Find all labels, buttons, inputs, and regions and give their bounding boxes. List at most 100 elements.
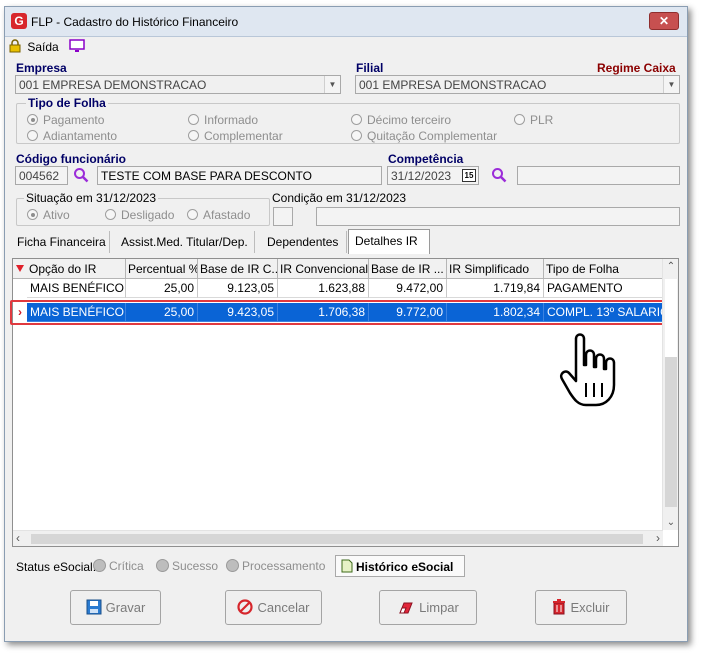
trash-icon xyxy=(552,594,566,627)
lock-icon xyxy=(9,39,21,56)
excluir-button[interactable]: Excluir xyxy=(535,590,627,625)
radio-icon xyxy=(351,114,362,125)
monitor-icon[interactable] xyxy=(69,39,85,56)
radio-icon xyxy=(187,209,198,220)
radio-label: Adiantamento xyxy=(43,129,118,143)
competencia-label: Competência xyxy=(388,152,464,166)
status-critica: Crítica xyxy=(93,559,144,573)
window-title: FLP - Cadastro do Histórico Financeiro xyxy=(31,15,239,29)
situacao-title: Situação em 31/12/2023 xyxy=(24,191,159,205)
document-icon xyxy=(340,559,353,576)
scroll-down-icon[interactable]: ⌄ xyxy=(663,517,679,528)
filial-label: Filial xyxy=(356,61,384,75)
tab-ficha-financeira[interactable]: Ficha Financeira xyxy=(11,231,110,253)
radio-adiantamento[interactable]: Adiantamento xyxy=(27,129,117,143)
radio-label: Complementar xyxy=(204,129,283,143)
competencia-field[interactable]: 31/12/2023 15 xyxy=(387,166,479,185)
hand-pointer-icon xyxy=(558,331,620,414)
table-cell: 9.123,05 xyxy=(198,279,278,298)
scrollbar-thumb[interactable] xyxy=(31,534,643,544)
radio-informado[interactable]: Informado xyxy=(188,113,258,127)
empresa-value: 001 EMPRESA DEMONSTRACAO xyxy=(19,78,207,92)
radio-plr[interactable]: PLR xyxy=(514,113,553,127)
app-logo-icon: G xyxy=(11,13,27,29)
close-button[interactable]: ✕ xyxy=(649,12,679,30)
tab-detalhes-ir[interactable]: Detalhes IR xyxy=(348,229,430,254)
scrollbar-thumb[interactable] xyxy=(665,357,677,507)
competencia-value: 31/12/2023 xyxy=(391,169,452,183)
eraser-icon xyxy=(397,594,415,627)
funcionario-label: Código funcionário xyxy=(16,152,126,166)
status-dot-icon xyxy=(156,559,169,572)
radio-label: Ativo xyxy=(43,208,70,222)
column-header-tipo-folha[interactable]: Tipo de Folha xyxy=(544,259,663,279)
saida-label: Saída xyxy=(27,40,59,54)
radio-label: Quitação Complementar xyxy=(367,129,498,143)
radio-quitacao-complementar[interactable]: Quitação Complementar xyxy=(351,129,497,143)
table-cell: 1.623,88 xyxy=(278,279,369,298)
table-cell: 25,00 xyxy=(126,279,198,298)
condicao-title: Condição em 31/12/2023 xyxy=(272,191,407,205)
column-header-base-ir-c[interactable]: Base de IR C... xyxy=(198,259,278,279)
radio-label: Afastado xyxy=(203,208,251,222)
status-item-label: Processamento xyxy=(242,559,326,573)
condicao-code-field xyxy=(273,207,293,226)
radio-label: Pagamento xyxy=(43,113,105,127)
column-header-ir-simplificado[interactable]: IR Simplificado xyxy=(447,259,544,279)
regime-label: Regime Caixa xyxy=(597,61,676,75)
column-header-ir-convencional[interactable]: IR Convencional xyxy=(278,259,369,279)
filial-select[interactable]: 001 EMPRESA DEMONSTRACAO ▼ xyxy=(355,75,680,94)
calendar-icon[interactable]: 15 xyxy=(462,169,476,182)
column-header-base-ir[interactable]: Base de IR ... xyxy=(369,259,447,279)
table-cell: 1.719,84 xyxy=(447,279,544,298)
search-icon[interactable] xyxy=(73,167,89,186)
radio-ativo[interactable]: Ativo xyxy=(27,208,70,222)
tipo-folha-title: Tipo de Folha xyxy=(26,96,108,110)
historico-esocial-button[interactable]: Histórico eSocial xyxy=(335,555,465,577)
tab-dependentes[interactable]: Dependentes xyxy=(261,231,347,253)
grid-header: Opção do IR Percentual % Base de IR C...… xyxy=(13,259,663,279)
title-bar: G FLP - Cadastro do Histórico Financeiro… xyxy=(5,7,687,37)
radio-label: Informado xyxy=(204,113,259,127)
radio-complementar[interactable]: Complementar xyxy=(188,129,283,143)
filial-value: 001 EMPRESA DEMONSTRACAO xyxy=(359,78,547,92)
table-cell: PAGAMENTO xyxy=(544,279,663,298)
radio-label: Desligado xyxy=(121,208,175,222)
radio-selected-icon xyxy=(27,114,38,125)
cancelar-label: Cancelar xyxy=(257,600,310,615)
scroll-left-icon[interactable]: ‹ xyxy=(16,531,20,545)
scroll-up-icon[interactable]: ⌃ xyxy=(663,261,679,272)
sort-indicator-icon xyxy=(16,265,24,272)
empresa-select[interactable]: 001 EMPRESA DEMONSTRACAO ▼ xyxy=(15,75,341,94)
radio-selected-icon xyxy=(27,209,38,220)
gravar-button[interactable]: Gravar xyxy=(70,590,161,625)
column-header-opcao[interactable]: Opção do IR xyxy=(27,259,126,279)
gravar-label: Gravar xyxy=(105,600,146,615)
radio-label: PLR xyxy=(530,113,554,127)
condicao-desc-field xyxy=(316,207,680,226)
funcionario-name-field: TESTE COM BASE PARA DESCONTO xyxy=(97,166,382,185)
radio-pagamento[interactable]: Pagamento xyxy=(27,113,104,127)
horizontal-scrollbar[interactable]: ‹ › xyxy=(13,530,663,546)
funcionario-code-field[interactable]: 004562 xyxy=(15,166,68,185)
radio-afastado[interactable]: Afastado xyxy=(187,208,250,222)
radio-desligado[interactable]: Desligado xyxy=(105,208,174,222)
competencia-extra-field xyxy=(517,166,680,185)
limpar-button[interactable]: Limpar xyxy=(379,590,477,625)
scroll-right-icon[interactable]: › xyxy=(656,531,660,545)
vertical-scrollbar[interactable]: ⌃ ⌄ xyxy=(662,259,678,530)
radio-icon xyxy=(105,209,116,220)
radio-icon xyxy=(188,114,199,125)
tab-assist-med[interactable]: Assist.Med. Titular/Dep. xyxy=(115,231,255,253)
cancelar-button[interactable]: Cancelar xyxy=(225,590,322,625)
radio-icon xyxy=(514,114,525,125)
scrollbar-track xyxy=(665,279,677,359)
table-row[interactable]: MAIS BENÉFICO 25,00 9.123,05 1.623,88 9.… xyxy=(13,279,663,298)
status-label: Status eSocial: xyxy=(16,560,97,574)
saida-button[interactable]: Saída xyxy=(9,39,59,55)
chevron-down-icon: ▼ xyxy=(663,76,679,93)
radio-decimo-terceiro[interactable]: Décimo terceiro xyxy=(351,113,451,127)
search-icon[interactable] xyxy=(491,167,507,186)
radio-icon xyxy=(27,130,38,141)
column-header-percentual[interactable]: Percentual % xyxy=(126,259,198,279)
